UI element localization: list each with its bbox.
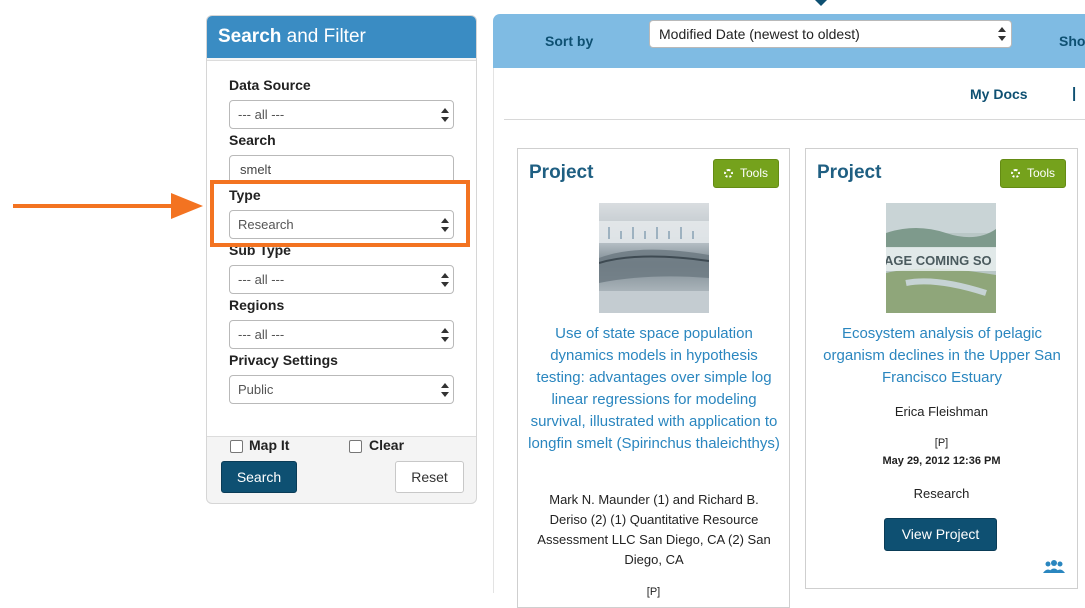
project-title-link[interactable]: Ecosystem analysis of pelagic organism d… (814, 323, 1070, 389)
regions-label: Regions (229, 297, 285, 313)
caret-down-icon (815, 0, 827, 6)
image-placeholder-text: AGE COMING SO (886, 253, 992, 268)
show-label: Show (1059, 33, 1085, 49)
select-arrows-icon (998, 27, 1006, 41)
project-category: Research (913, 486, 970, 501)
group-users-icon (1042, 560, 1066, 574)
gear-icon (1011, 169, 1020, 178)
regions-select[interactable]: --- all --- (229, 320, 454, 349)
search-input-value: smelt (240, 162, 272, 177)
privacy-flag: [P] (646, 586, 661, 598)
privacy-select[interactable]: Public (229, 375, 454, 404)
project-card: Project Tools AGE COMING SO Ecosystem an… (805, 148, 1078, 589)
select-arrows-icon (441, 328, 449, 342)
data-source-label: Data Source (229, 77, 311, 93)
reset-button[interactable]: Reset (395, 461, 464, 493)
card-type-label: Project (817, 162, 882, 183)
data-source-select[interactable]: --- all --- (229, 100, 454, 129)
clear-checkbox[interactable] (349, 440, 362, 453)
sub-type-select[interactable]: --- all --- (229, 265, 454, 294)
regions-value: --- all --- (238, 327, 285, 342)
select-arrows-icon (441, 273, 449, 287)
my-docs-link[interactable]: My Docs (970, 86, 1028, 102)
clear-label[interactable]: Clear (369, 437, 404, 453)
project-thumbnail[interactable] (599, 203, 709, 313)
project-thumbnail[interactable]: AGE COMING SO (886, 203, 996, 313)
search-label: Search (229, 132, 276, 148)
panel-title-rest: and Filter (286, 26, 366, 47)
sort-select-value: Modified Date (newest to oldest) (659, 26, 860, 42)
annotation-arrow-head (171, 193, 203, 219)
annotation-highlight-box (210, 180, 470, 247)
privacy-value: Public (238, 382, 274, 397)
tools-button-label: Tools (740, 166, 769, 180)
tools-button[interactable]: Tools (1000, 159, 1066, 188)
annotation-arrow-shaft (13, 204, 173, 208)
tools-button[interactable]: Tools (713, 159, 779, 188)
card-type-label: Project (529, 162, 594, 183)
fish-ruler-image (599, 203, 709, 313)
privacy-flag: [P] (934, 437, 949, 449)
modified-date: May 29, 2012 12:36 PM (882, 455, 1001, 467)
privacy-label: Privacy Settings (229, 352, 338, 368)
sort-select[interactable]: Modified Date (newest to oldest) (649, 20, 1012, 48)
panel-title: Search and Filter (207, 16, 476, 58)
select-arrows-icon (441, 108, 449, 122)
estuary-image: AGE COMING SO (886, 203, 996, 313)
search-filter-panel: Search and Filter Data Source --- all --… (206, 15, 477, 504)
filter-form: Data Source --- all --- Search smelt Typ… (207, 60, 476, 437)
project-authors: Erica Fleishman (894, 404, 989, 419)
content-divider (493, 68, 494, 593)
project-title-link[interactable]: Use of state space population dynamics m… (526, 323, 782, 455)
panel-title-bold: Search (218, 26, 282, 47)
project-card: Project Tools Use of state space populat… (517, 148, 790, 608)
view-project-button[interactable]: View Project (884, 518, 997, 551)
data-source-value: --- all --- (238, 107, 285, 122)
tools-button-label: Tools (1027, 166, 1056, 180)
sub-type-value: --- all --- (238, 272, 285, 287)
search-button[interactable]: Search (221, 461, 297, 493)
map-it-label[interactable]: Map It (249, 437, 289, 453)
gear-icon (724, 169, 733, 178)
nav-separator: | (1072, 85, 1077, 102)
sort-by-label: Sort by (545, 33, 594, 49)
project-authors: Mark N. Maunder (1) and Richard B. Deris… (537, 492, 771, 567)
select-arrows-icon (441, 383, 449, 397)
map-it-checkbox[interactable] (230, 440, 243, 453)
header-rule (504, 119, 1085, 120)
